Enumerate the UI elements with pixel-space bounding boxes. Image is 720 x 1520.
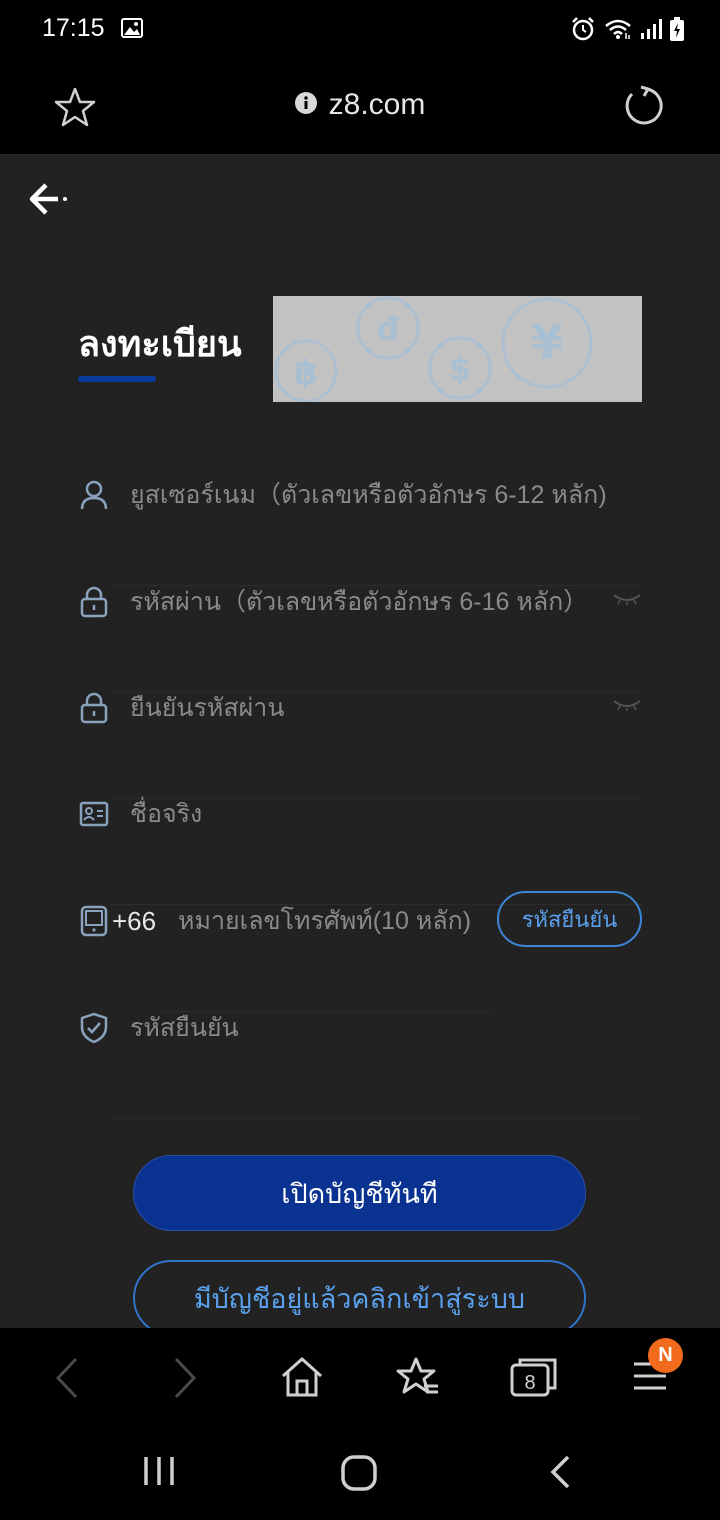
password-input[interactable]: รหัสผ่าน（ตัวเลขหรือตัวอักษร 6-16 หลัก） <box>130 586 588 618</box>
status-bar: 17:15 <box>0 0 720 60</box>
browser-back-icon[interactable] <box>52 1356 82 1405</box>
back-nav-icon[interactable] <box>548 1454 574 1495</box>
username-input[interactable]: ยูสเซอร์เนม（ตัวเลขหรือตัวอักษร 6-12 หลัก… <box>130 479 607 511</box>
browser-bottom-bar: 8 N <box>0 1328 720 1428</box>
battery-charging-icon <box>670 17 684 46</box>
eye-closed-icon[interactable] <box>612 592 642 611</box>
system-nav-bar <box>0 1428 720 1520</box>
svg-text:đ: đ <box>377 310 400 348</box>
lock-icon <box>78 692 110 724</box>
back-arrow-icon[interactable] <box>28 181 70 222</box>
site-info-icon[interactable] <box>294 91 317 119</box>
svg-text:¥: ¥ <box>531 315 563 369</box>
alarm-icon <box>570 16 596 47</box>
phone-icon <box>78 905 110 937</box>
tabs-icon[interactable]: 8 <box>510 1356 558 1403</box>
otp-input[interactable]: รหัสยืนยัน <box>130 1012 239 1044</box>
confirm-password-input[interactable]: ยืนยันรหัสผ่าน <box>130 692 284 724</box>
url-text[interactable]: z8.com <box>329 88 426 122</box>
currency-banner-image: ฿ đ $ ¥ <box>273 296 642 402</box>
phone-field[interactable]: +66 หมายเลขโทรศัพท์(10 หลัก) รหัสยืนยัน <box>78 891 642 1012</box>
signal-icon <box>640 18 662 45</box>
open-account-button[interactable]: เปิดบัญชีทันที <box>133 1155 586 1231</box>
country-code[interactable]: +66 <box>112 905 156 937</box>
field-divider <box>110 1118 642 1119</box>
home-icon[interactable] <box>280 1356 324 1403</box>
user-icon <box>78 479 110 511</box>
svg-text:$: $ <box>449 350 471 388</box>
shield-check-icon <box>78 1012 110 1044</box>
status-icons <box>570 16 684 47</box>
username-field[interactable]: ยูสเซอร์เนม（ตัวเลขหรือตัวอักษร 6-12 หลัก… <box>78 479 642 586</box>
recent-apps-icon[interactable] <box>142 1454 176 1493</box>
bookmarks-icon[interactable] <box>396 1356 440 1403</box>
register-page: ลงทะเบียน ฿ đ $ ¥ ยูสเซอร์เนม（ตัวเลขหรือ… <box>0 155 720 1328</box>
otp-field[interactable]: รหัสยืนยัน <box>78 1012 642 1119</box>
status-time: 17:15 <box>42 14 105 42</box>
phone-input[interactable]: หมายเลขโทรศัพท์(10 หลัก) <box>178 905 471 937</box>
title-underline <box>78 376 156 382</box>
real-name-input[interactable]: ชื่อจริง <box>130 798 202 830</box>
confirm-password-field[interactable]: ยืนยันรหัสผ่าน <box>78 692 642 799</box>
home-nav-icon[interactable] <box>340 1454 378 1497</box>
reload-button[interactable] <box>622 84 666 133</box>
wifi-icon <box>604 17 632 46</box>
real-name-field[interactable]: ชื่อจริง <box>78 798 642 905</box>
login-button[interactable]: มีบัญชีอยู่แล้วคลิกเข้าสู่ระบบ <box>133 1260 586 1328</box>
svg-text:8: 8 <box>524 1372 535 1394</box>
page-title: ลงทะเบียน <box>78 323 242 364</box>
id-card-icon <box>78 798 110 830</box>
browser-address-bar: z8.com <box>0 60 720 155</box>
password-field[interactable]: รหัสผ่าน（ตัวเลขหรือตัวอักษร 6-16 หลัก） <box>78 586 642 693</box>
menu-notification-badge: N <box>648 1338 683 1373</box>
svg-text:฿: ฿ <box>294 353 318 393</box>
get-otp-button[interactable]: รหัสยืนยัน <box>497 891 642 947</box>
browser-forward-icon[interactable] <box>170 1356 200 1405</box>
gallery-notification-icon <box>121 18 143 43</box>
url-field[interactable]: z8.com <box>0 88 720 122</box>
lock-icon <box>78 586 110 618</box>
eye-closed-icon[interactable] <box>612 698 642 717</box>
